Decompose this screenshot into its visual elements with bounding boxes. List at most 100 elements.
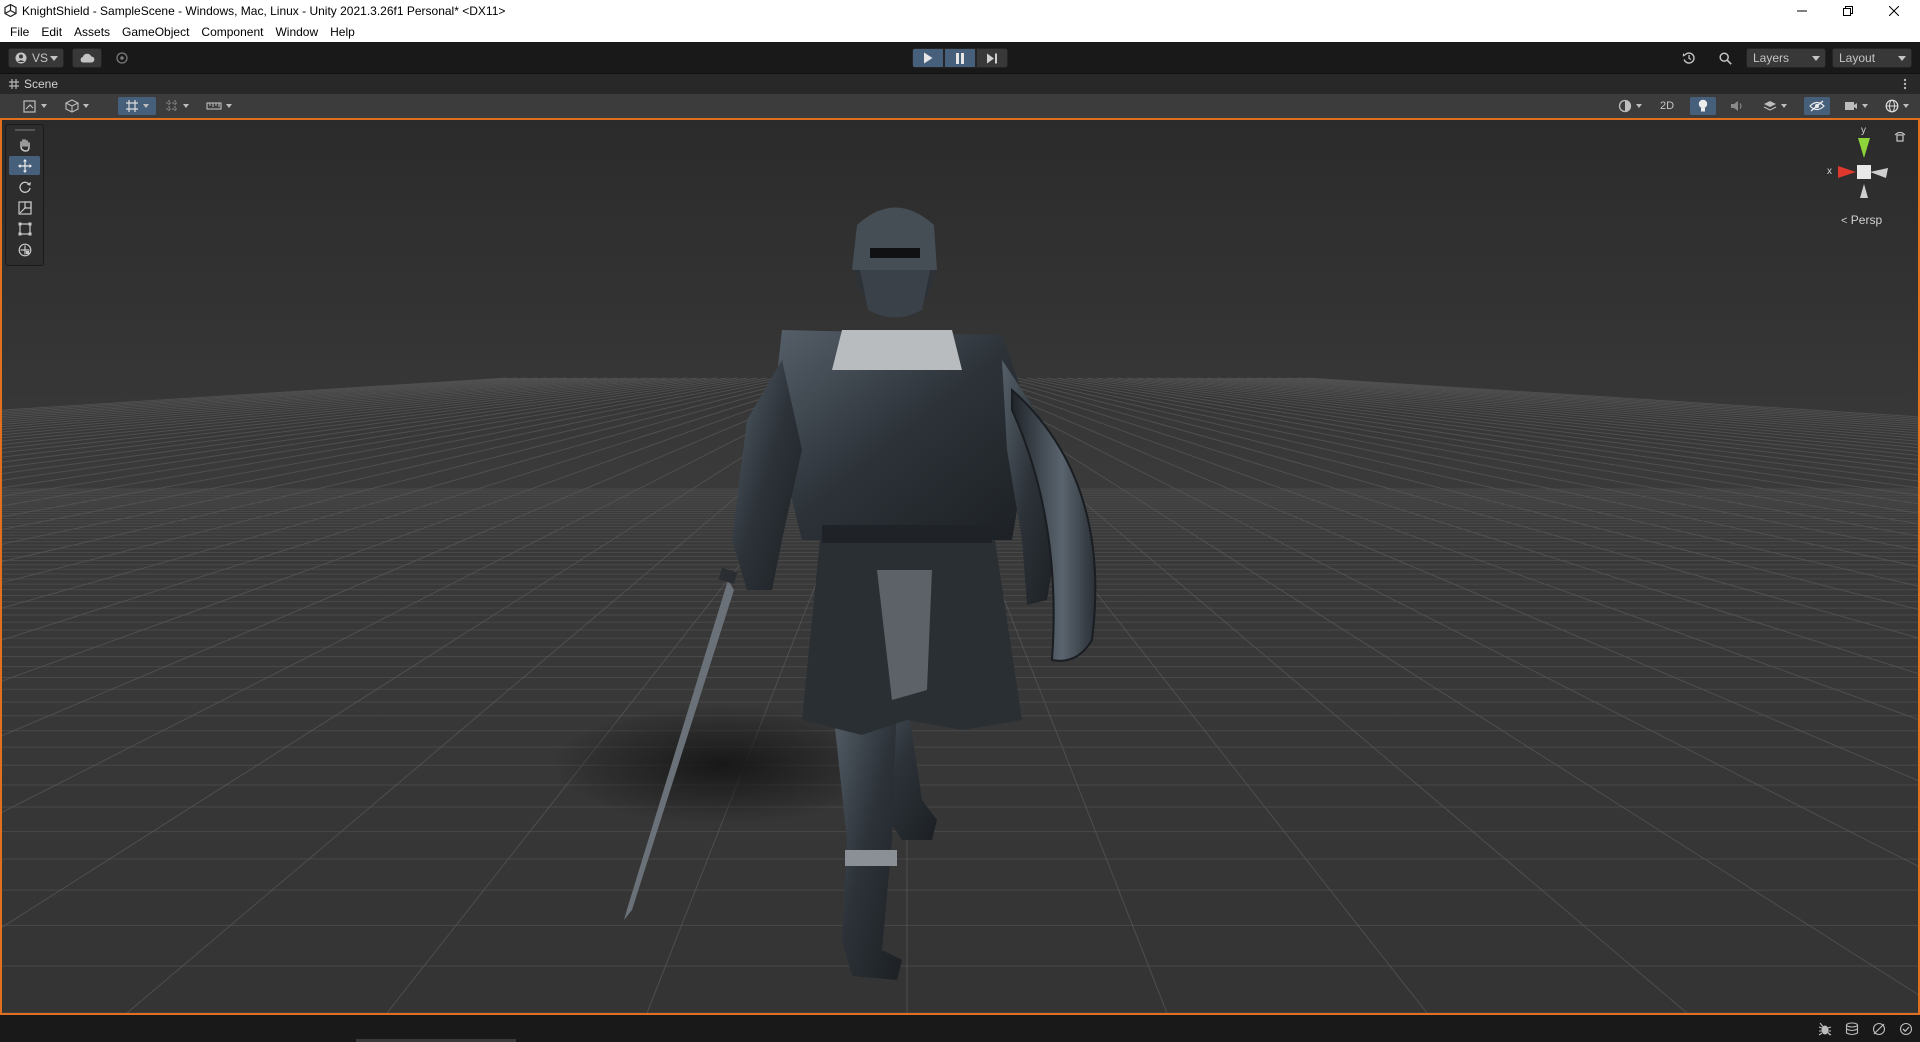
menu-window[interactable]: Window (269, 25, 324, 39)
scene-render (2, 120, 1918, 1013)
account-dropdown[interactable]: VS (8, 48, 64, 68)
cloud-button[interactable] (72, 48, 102, 68)
step-button[interactable] (976, 48, 1008, 68)
debug-bug-icon[interactable] (1818, 1022, 1832, 1036)
camera-icon (1845, 102, 1857, 110)
layers-dropdown[interactable]: Layers (1746, 48, 1826, 68)
effects-layers-icon (1763, 100, 1777, 111)
lighting-toggle[interactable] (1690, 97, 1716, 115)
persp-chevron-icon: < (1841, 215, 1848, 227)
search-button[interactable] (1712, 48, 1738, 68)
minimize-button[interactable] (1779, 0, 1825, 22)
tab-scene[interactable]: Scene (24, 77, 58, 91)
kebab-menu-icon[interactable] (1903, 78, 1907, 90)
restore-button[interactable] (1825, 0, 1871, 22)
gizmo-y-label: y (1861, 125, 1866, 136)
undo-history-button[interactable] (1676, 48, 1702, 68)
cloud-icon (80, 53, 95, 63)
scene-visibility-toggle[interactable] (1804, 97, 1830, 115)
chevron-down-icon (1898, 56, 1906, 61)
step-icon (987, 53, 997, 63)
progress-check-icon[interactable] (1899, 1022, 1913, 1036)
layers-label: Layers (1753, 51, 1790, 65)
menu-file[interactable]: File (4, 25, 35, 39)
menu-edit[interactable]: Edit (35, 25, 68, 39)
layout-label: Layout (1839, 51, 1876, 65)
menu-bar: File Edit Assets GameObject Component Wi… (0, 22, 1920, 42)
cube-icon (65, 99, 79, 113)
menu-component[interactable]: Component (195, 25, 269, 39)
chevron-down-icon (1903, 104, 1909, 108)
projection-toggle[interactable]: < Persp (1841, 213, 1882, 227)
window-title-bar: KnightShield - SampleScene - Windows, Ma… (0, 0, 1920, 22)
chevron-down-icon (50, 56, 58, 61)
status-bar (0, 1015, 1920, 1042)
scale-tool[interactable] (9, 198, 40, 217)
scene-tab-bar: Scene (0, 74, 1920, 94)
lightbulb-icon (1698, 99, 1708, 112)
gizmo-globe-icon (1885, 99, 1899, 113)
chevron-down-icon (1862, 104, 1868, 108)
chevron-down-icon (226, 104, 232, 108)
tool-handle-dropdown[interactable] (18, 97, 52, 115)
account-icon (15, 52, 27, 64)
move-arrows-icon (17, 158, 32, 173)
rotate-tool[interactable] (9, 177, 40, 196)
auto-generate-lighting-icon[interactable] (1872, 1022, 1886, 1036)
chevron-down-icon (41, 104, 47, 108)
chevron-down-icon (1812, 56, 1820, 61)
chevron-down-icon (1781, 104, 1787, 108)
cache-server-icon[interactable] (1845, 1022, 1859, 1036)
scale-icon (17, 200, 32, 215)
unity-logo-icon (4, 4, 17, 17)
eye-slash-icon (1809, 100, 1825, 112)
draw-mode-icon (23, 99, 36, 113)
shading-mode-dropdown[interactable] (1612, 97, 1648, 115)
play-icon (924, 52, 933, 64)
effects-dropdown[interactable] (1756, 97, 1794, 115)
snap-increment-dropdown[interactable] (160, 97, 194, 115)
collab-icon (116, 52, 128, 64)
rect-tool[interactable] (9, 219, 40, 238)
lock-icon (1896, 134, 1904, 142)
shading-sphere-icon (1618, 99, 1632, 113)
menu-gameobject[interactable]: GameObject (116, 25, 195, 39)
projection-label: Persp (1850, 213, 1883, 227)
scene-viewport[interactable] (0, 118, 1920, 1015)
increment-snap-dropdown[interactable] (200, 97, 238, 115)
menu-assets[interactable]: Assets (68, 25, 116, 39)
transform-tool[interactable] (9, 240, 40, 259)
rotate-icon (18, 181, 31, 193)
ruler-icon (206, 102, 222, 110)
mode-2d-label: 2D (1659, 100, 1675, 112)
gizmo-x-label: x (1827, 166, 1832, 177)
tools-panel-handle[interactable] (15, 129, 35, 131)
hand-tool[interactable] (9, 135, 40, 154)
chevron-down-icon (83, 104, 89, 108)
transform-icon (18, 243, 31, 256)
grid-snap-icon (126, 100, 138, 112)
hand-icon (19, 138, 30, 152)
menu-help[interactable]: Help (324, 25, 361, 39)
close-button[interactable] (1871, 0, 1917, 22)
scene-grid-icon (9, 79, 19, 89)
playback-controls (912, 48, 1008, 68)
layout-dropdown[interactable]: Layout (1832, 48, 1912, 68)
toggle-2d-button[interactable]: 2D (1654, 97, 1680, 115)
pause-button[interactable] (944, 48, 976, 68)
camera-settings-dropdown[interactable] (1838, 97, 1874, 115)
play-button[interactable] (912, 48, 944, 68)
grid-snap-toggle[interactable] (118, 97, 156, 115)
window-title: KnightShield - SampleScene - Windows, Ma… (22, 4, 506, 18)
axis-y-cone (1858, 138, 1870, 158)
gizmos-dropdown[interactable] (1878, 97, 1916, 115)
axis-x-cone (1838, 166, 1856, 178)
minimize-icon (1797, 10, 1807, 12)
collab-button[interactable] (110, 48, 134, 68)
scene-view-dropdown[interactable] (60, 97, 94, 115)
move-tool[interactable] (9, 156, 40, 175)
search-icon (1718, 51, 1732, 65)
audio-icon (1731, 101, 1742, 111)
audio-toggle[interactable] (1724, 97, 1750, 115)
chevron-down-icon (143, 104, 149, 108)
